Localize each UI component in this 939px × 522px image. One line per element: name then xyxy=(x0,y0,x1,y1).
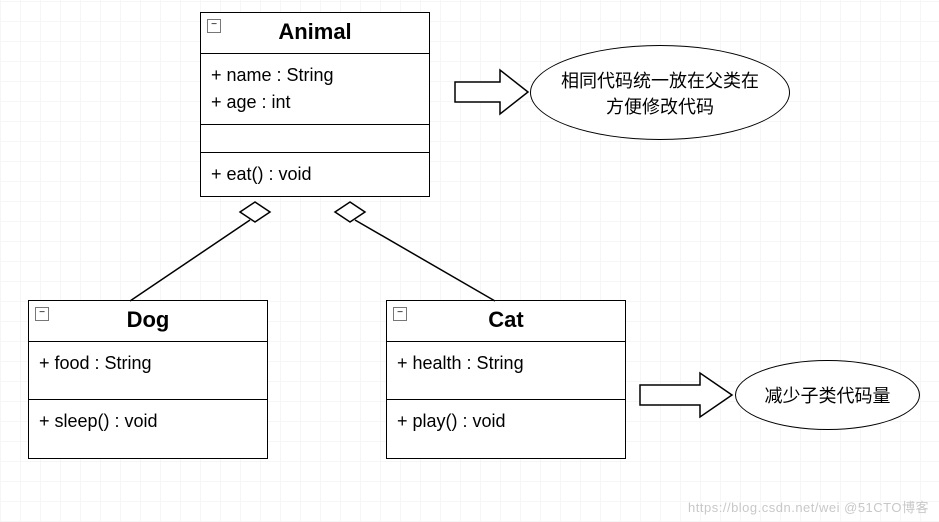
annotation-text: 方便修改代码 xyxy=(561,93,759,119)
uml-class-dog: − Dog + food : String + sleep() : void xyxy=(28,300,268,459)
attribute: + health : String xyxy=(397,350,615,377)
connector-animal-dog xyxy=(130,220,250,301)
uml-class-cat: − Cat + health : String + play() : void xyxy=(386,300,626,459)
uml-class-animal: − Animal + name : String + age : int + e… xyxy=(200,12,430,197)
aggregation-diamond-right-icon xyxy=(335,202,365,222)
class-name: Cat xyxy=(488,307,523,332)
collapse-icon[interactable]: − xyxy=(393,307,407,321)
annotation-parent-class: 相同代码统一放在父类在 方便修改代码 xyxy=(530,45,790,140)
callout-arrow-icon xyxy=(455,70,528,114)
class-title: − Dog xyxy=(29,301,267,342)
annotation-text: 减少子类代码量 xyxy=(765,382,891,408)
connector-animal-cat xyxy=(355,220,495,301)
attribute: + food : String xyxy=(39,350,257,377)
methods-section: + eat() : void xyxy=(201,153,429,196)
class-name: Animal xyxy=(278,19,351,44)
methods-section: + play() : void xyxy=(387,400,625,458)
attribute: + name : String xyxy=(211,62,419,89)
collapse-icon[interactable]: − xyxy=(35,307,49,321)
class-title: − Animal xyxy=(201,13,429,54)
method: + eat() : void xyxy=(211,161,419,188)
method: + play() : void xyxy=(397,408,615,435)
collapse-icon[interactable]: − xyxy=(207,19,221,33)
aggregation-diamond-left-icon xyxy=(240,202,270,222)
watermark: https://blog.csdn.net/wei @51CTO博客 xyxy=(688,497,929,516)
method: + sleep() : void xyxy=(39,408,257,435)
annotation-text: 相同代码统一放在父类在 xyxy=(561,67,759,93)
attributes-section: + name : String + age : int xyxy=(201,54,429,125)
attribute: + age : int xyxy=(211,89,419,116)
attributes-section: + health : String xyxy=(387,342,625,400)
attributes-section: + food : String xyxy=(29,342,267,400)
annotation-subclass: 减少子类代码量 xyxy=(735,360,920,430)
empty-section xyxy=(201,125,429,153)
methods-section: + sleep() : void xyxy=(29,400,267,458)
callout-arrow-icon xyxy=(640,373,732,417)
class-name: Dog xyxy=(127,307,170,332)
class-title: − Cat xyxy=(387,301,625,342)
